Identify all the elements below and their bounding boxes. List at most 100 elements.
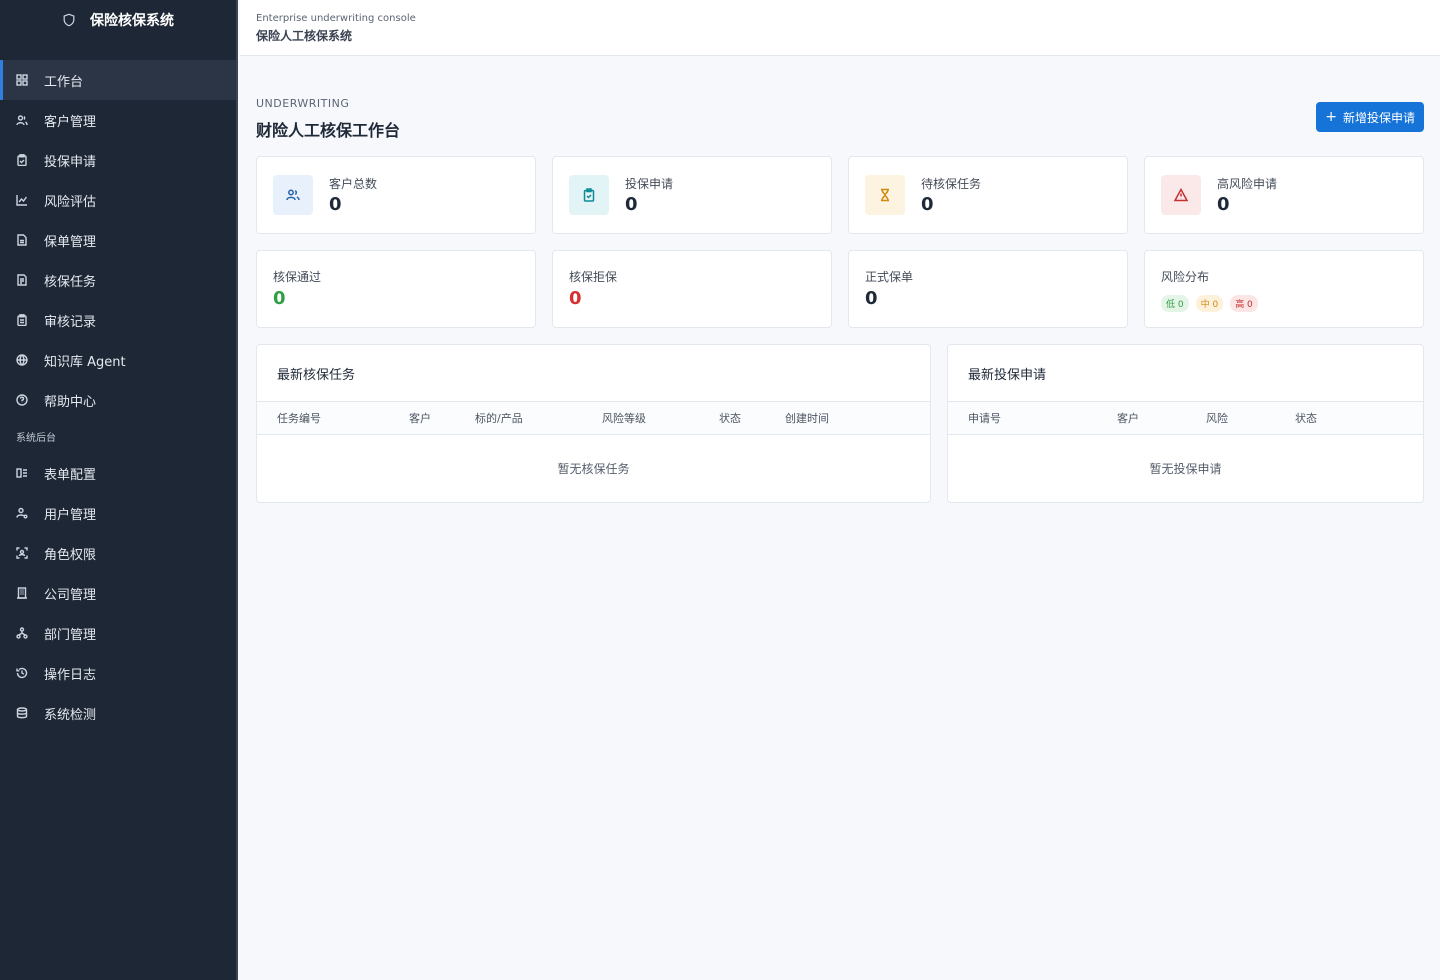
stat-value: 0 [625, 194, 638, 215]
risk-badge-medium: 中 0 [1195, 295, 1224, 312]
page-eyebrow: UNDERWRITING [256, 97, 350, 110]
stat-value: 0 [865, 288, 878, 309]
panel-title: 最新核保任务 [257, 345, 930, 402]
clipboard-icon [569, 175, 609, 215]
stat-label: 高风险申请 [1217, 177, 1278, 191]
stat-card-approved: 核保通过 0 [256, 250, 536, 328]
building-icon [16, 587, 28, 599]
stat-card-customers: 客户总数 0 [256, 156, 536, 234]
sidebar-item-form-config[interactable]: 表单配置 [0, 453, 236, 493]
table-header: 申请号 客户 风险 状态 [948, 402, 1423, 435]
stat-card-pending-tasks: 待核保任务 0 [848, 156, 1128, 234]
dashboard-icon [16, 74, 28, 86]
sidebar-item-label: 客户管理 [44, 114, 97, 130]
sidebar-item-label: 系统检测 [44, 707, 97, 723]
empty-state: 暂无核保任务 [557, 461, 630, 476]
sidebar-item-applications[interactable]: 投保申请 [0, 140, 236, 180]
sidebar-item-risk[interactable]: 风险评估 [0, 180, 236, 220]
chart-icon [16, 194, 28, 206]
stat-value: 0 [329, 194, 342, 215]
column-header: 客户 [1117, 412, 1139, 425]
sidebar-item-policies[interactable]: 保单管理 [0, 220, 236, 260]
stat-label: 核保拒保 [569, 270, 618, 284]
column-header: 状态 [719, 412, 741, 425]
clipboard-icon [16, 154, 28, 166]
empty-state: 暂无投保申请 [1149, 461, 1222, 476]
stat-label: 核保通过 [273, 270, 322, 284]
sidebar-item-companies[interactable]: 公司管理 [0, 573, 236, 613]
stat-value: 0 [921, 194, 934, 215]
sidebar-item-label: 投保申请 [44, 154, 97, 170]
table-header: 任务编号 客户 标的/产品 风险等级 状态 创建时间 [257, 402, 930, 435]
sidebar-item-label: 工作台 [44, 74, 84, 90]
topbar: Enterprise underwriting console 保险人工核保系统 [240, 0, 1440, 56]
sidebar-item-users[interactable]: 用户管理 [0, 493, 236, 533]
sidebar-item-departments[interactable]: 部门管理 [0, 613, 236, 653]
brand-title: 保险核保系统 [90, 13, 174, 29]
sidebar-item-customers[interactable]: 客户管理 [0, 100, 236, 140]
sidebar-item-label: 部门管理 [44, 627, 97, 643]
sidebar-item-label: 角色权限 [44, 547, 97, 563]
sidebar-item-knowledge-agent[interactable]: 知识库 Agent [0, 340, 236, 380]
sidebar-item-label: 公司管理 [44, 587, 97, 603]
sidebar-item-records[interactable]: 审核记录 [0, 300, 236, 340]
help-icon [16, 394, 28, 406]
stat-value: 0 [569, 288, 582, 309]
warning-icon [1161, 175, 1201, 215]
risk-badge-low: 低 0 [1161, 295, 1189, 312]
history-icon [16, 667, 28, 679]
column-header: 申请号 [968, 412, 1001, 425]
page-title: 财险人工核保工作台 [256, 121, 401, 140]
stat-label: 投保申请 [625, 177, 674, 191]
stat-card-risk-distribution: 风险分布 低 0 中 0 高 0 [1144, 250, 1424, 328]
main-content: UNDERWRITING 财险人工核保工作台 + 新增投保申请 客户总数 0 投… [256, 56, 1424, 503]
sidebar-item-label: 用户管理 [44, 507, 97, 523]
topbar-title: 保险人工核保系统 [256, 29, 353, 43]
task-icon [16, 274, 28, 286]
stat-card-high-risk: 高风险申请 0 [1144, 156, 1424, 234]
sidebar-item-help[interactable]: 帮助中心 [0, 380, 236, 420]
users-icon [273, 175, 313, 215]
latest-tasks-panel: 最新核保任务 任务编号 客户 标的/产品 风险等级 状态 创建时间 暂无核保任务 [256, 344, 931, 503]
sidebar-item-label: 表单配置 [44, 467, 97, 483]
database-icon [16, 707, 28, 719]
sidebar: 保险核保系统 工作台 客户管理 投保申请 风险评估 保单管理 核保任务 审核记录… [0, 0, 238, 980]
user-gear-icon [16, 507, 28, 519]
sidebar-item-label: 核保任务 [44, 274, 97, 290]
plus-icon: + [1325, 109, 1337, 125]
nav-section-admin: 系统后台 [16, 433, 56, 444]
stat-value: 0 [273, 288, 286, 309]
new-application-button[interactable]: + 新增投保申请 [1316, 102, 1424, 132]
sidebar-item-logs[interactable]: 操作日志 [0, 653, 236, 693]
sidebar-item-dashboard[interactable]: 工作台 [0, 60, 236, 100]
topbar-subtitle: Enterprise underwriting console [256, 13, 416, 24]
column-header: 风险 [1206, 412, 1228, 425]
shield-icon [63, 13, 75, 27]
column-header: 创建时间 [785, 412, 829, 425]
sidebar-item-tasks[interactable]: 核保任务 [0, 260, 236, 300]
sidebar-item-label: 帮助中心 [44, 394, 97, 410]
stat-card-policies: 正式保单 0 [848, 250, 1128, 328]
document-icon [16, 234, 28, 246]
panel-title: 最新投保申请 [948, 345, 1423, 402]
page-header: UNDERWRITING 财险人工核保工作台 + 新增投保申请 [256, 56, 1424, 156]
hourglass-icon [865, 175, 905, 215]
users-icon [16, 114, 28, 126]
stat-label: 风险分布 [1161, 270, 1210, 284]
role-icon [16, 547, 28, 559]
column-header: 任务编号 [277, 412, 321, 425]
risk-badge-high: 高 0 [1230, 295, 1258, 312]
sidebar-item-roles[interactable]: 角色权限 [0, 533, 236, 573]
column-header: 风险等级 [602, 412, 646, 425]
sidebar-item-system-check[interactable]: 系统检测 [0, 693, 236, 733]
column-header: 客户 [409, 412, 431, 425]
stat-card-applications: 投保申请 0 [552, 156, 832, 234]
stats-grid: 客户总数 0 投保申请 0 待核保任务 0 高风险申请 0 核保通过 0 核保拒… [256, 156, 1424, 328]
stat-label: 待核保任务 [921, 177, 982, 191]
latest-applications-panel: 最新投保申请 申请号 客户 风险 状态 暂无投保申请 [947, 344, 1424, 503]
column-header: 状态 [1295, 412, 1317, 425]
sidebar-item-label: 操作日志 [44, 667, 97, 683]
sidebar-item-label: 风险评估 [44, 194, 97, 210]
column-header: 标的/产品 [475, 412, 523, 425]
brand: 保险核保系统 [0, 0, 236, 40]
